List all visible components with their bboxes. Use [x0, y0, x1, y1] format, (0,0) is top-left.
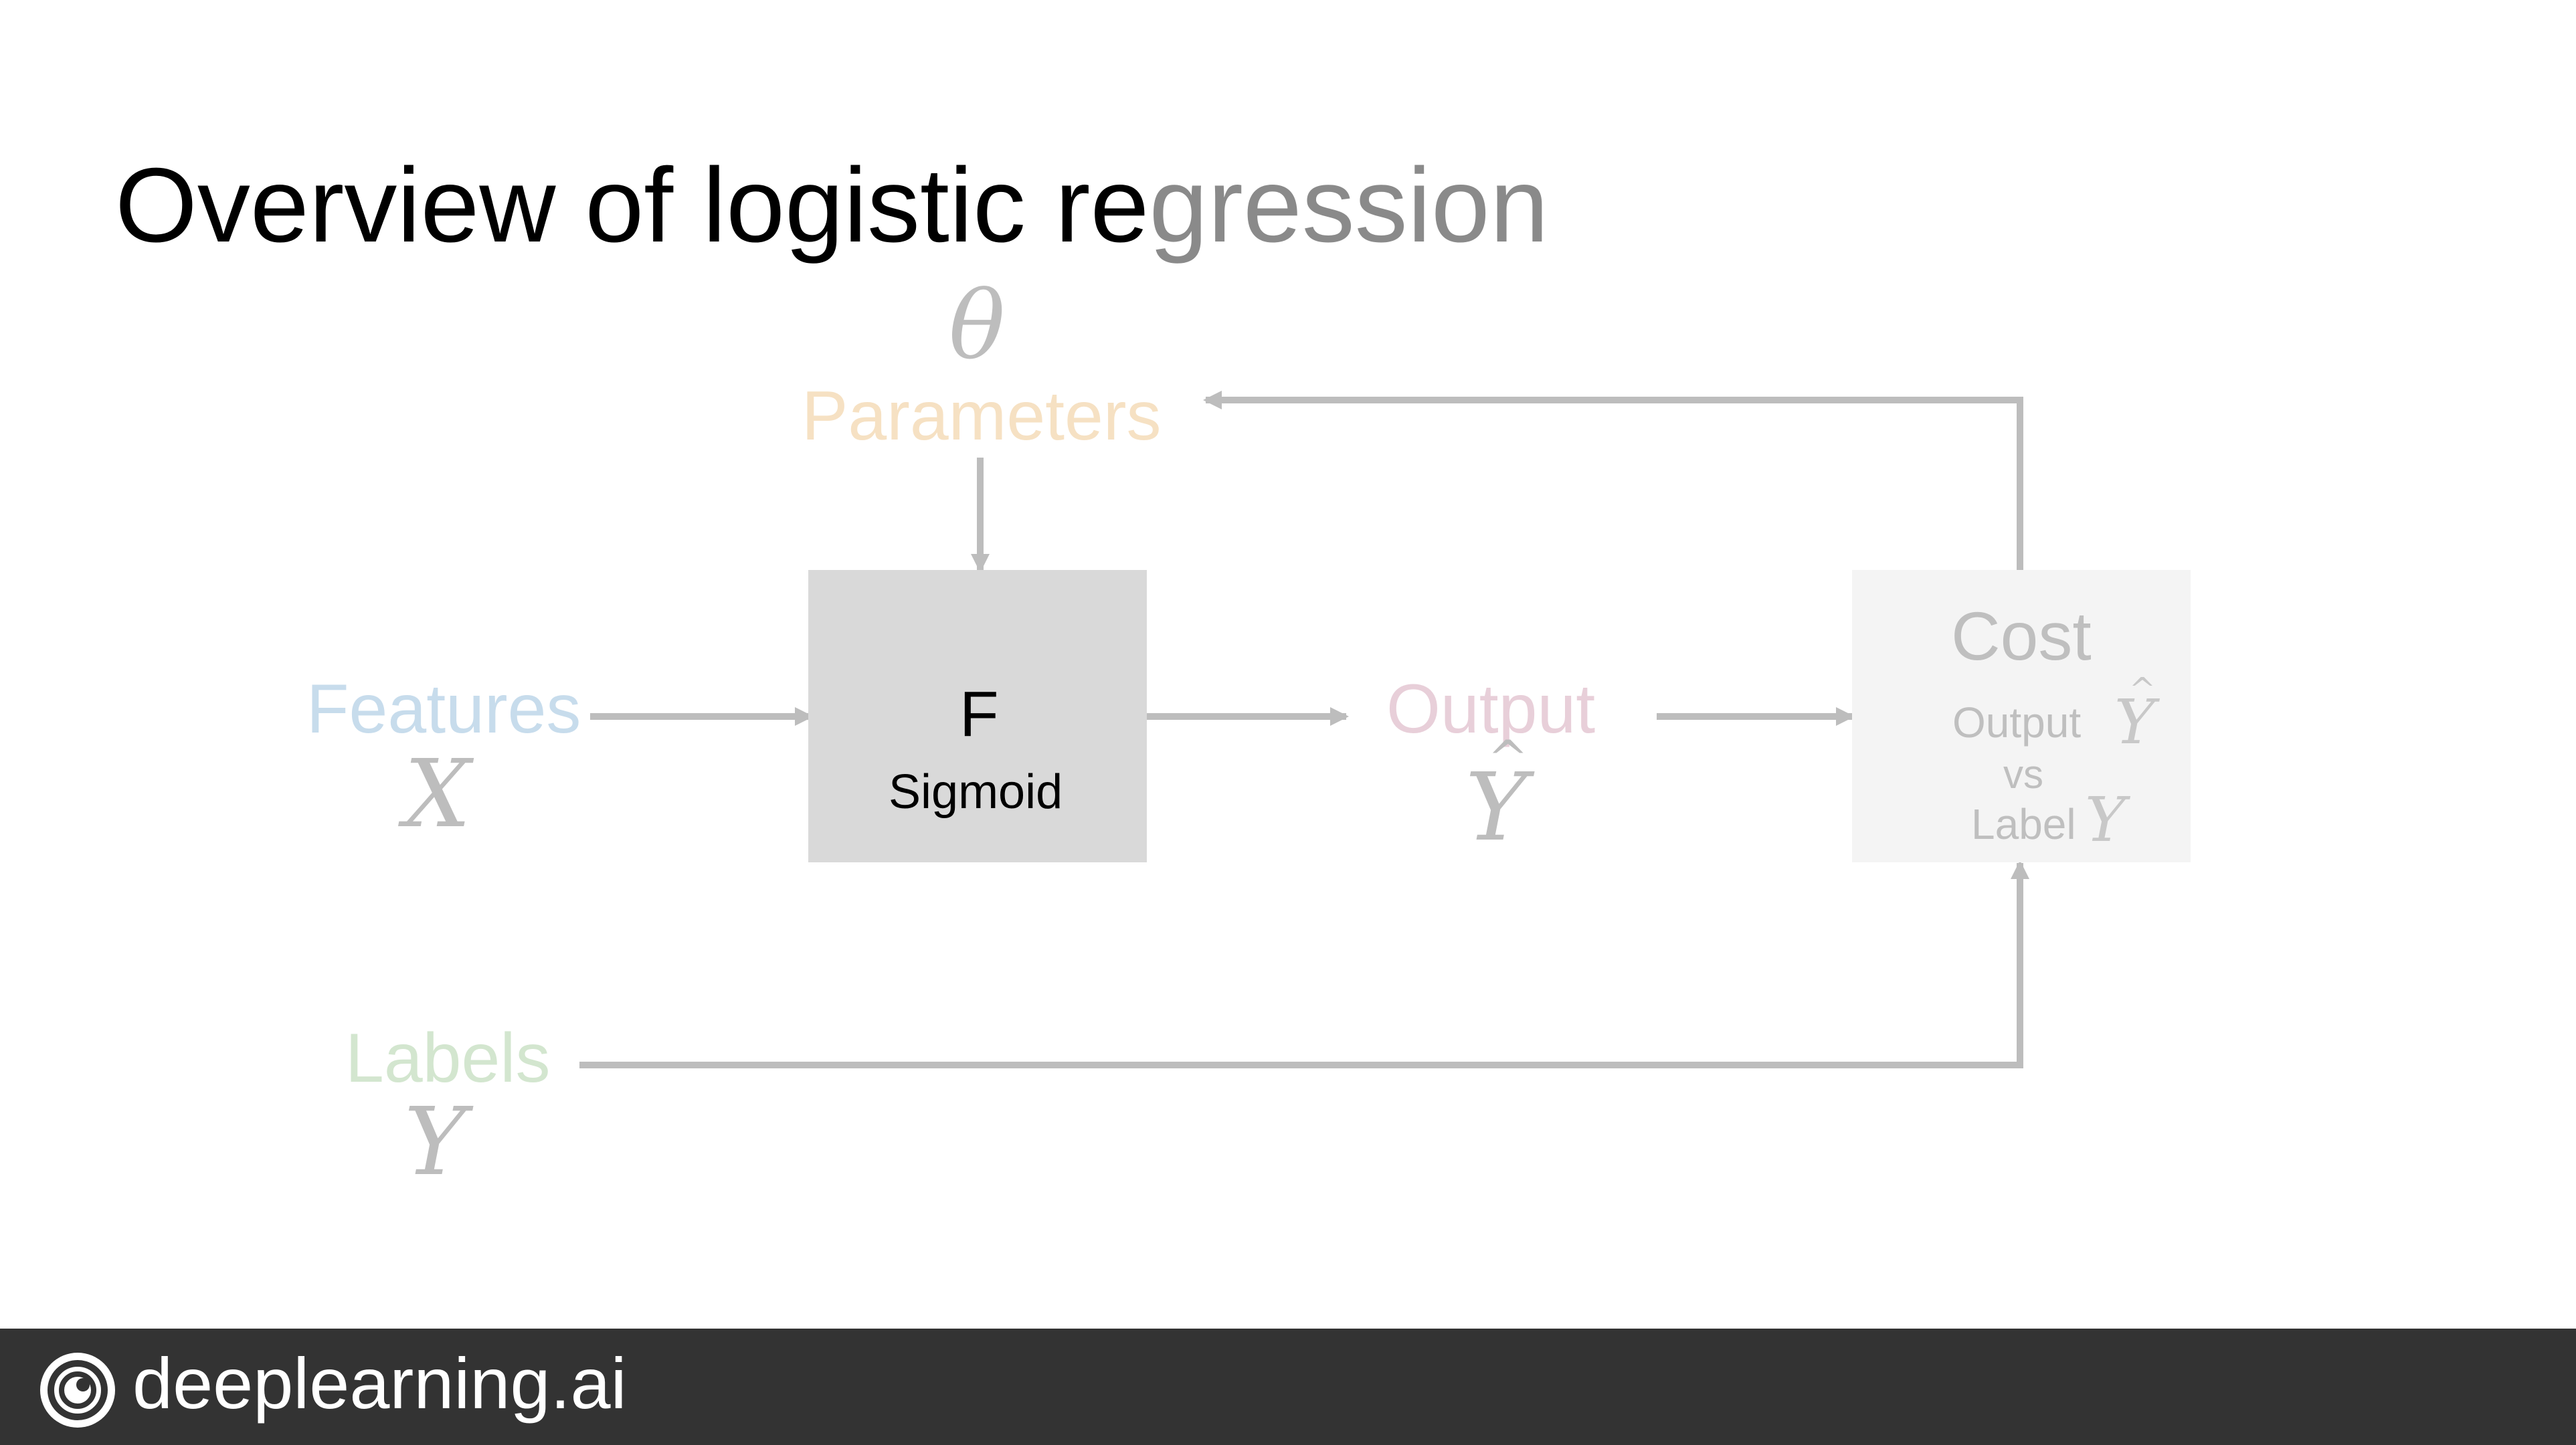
cost-label-symbol: Y — [2085, 784, 2126, 856]
cost-output-label: Output — [1952, 698, 2082, 747]
output-yhat: Y — [1465, 735, 1529, 855]
cost-vs-label: vs — [2003, 752, 2043, 797]
labels-symbol: Y — [404, 1088, 466, 1197]
footer-bar: deeplearning.ai — [0, 1329, 2576, 1445]
parameters-label: Parameters — [802, 377, 1162, 455]
output-symbol: Y — [1465, 735, 1529, 855]
theta-symbol: θ — [949, 272, 1006, 381]
function-box-title: F — [959, 678, 999, 750]
cost-label-text: Label — [1971, 800, 2076, 848]
labels-label: Labels — [345, 1020, 551, 1097]
cost-title: Cost — [1951, 598, 2092, 674]
cost-to-parameters-arrow — [1203, 391, 2023, 570]
features-symbol: X — [404, 740, 471, 849]
labels-to-cost-arrow — [579, 860, 2029, 1068]
features-label: Features — [306, 670, 581, 748]
function-box-subtitle: Sigmoid — [889, 765, 1063, 819]
slide: Overview of logistic regression θ Parame… — [0, 0, 2576, 1445]
footer-brand: deeplearning.ai — [132, 1343, 627, 1424]
deeplearning-logo-icon — [40, 1353, 115, 1428]
cost-output-symbol: Y — [2114, 674, 2156, 753]
cost-output-yhat: Y — [2114, 674, 2156, 753]
